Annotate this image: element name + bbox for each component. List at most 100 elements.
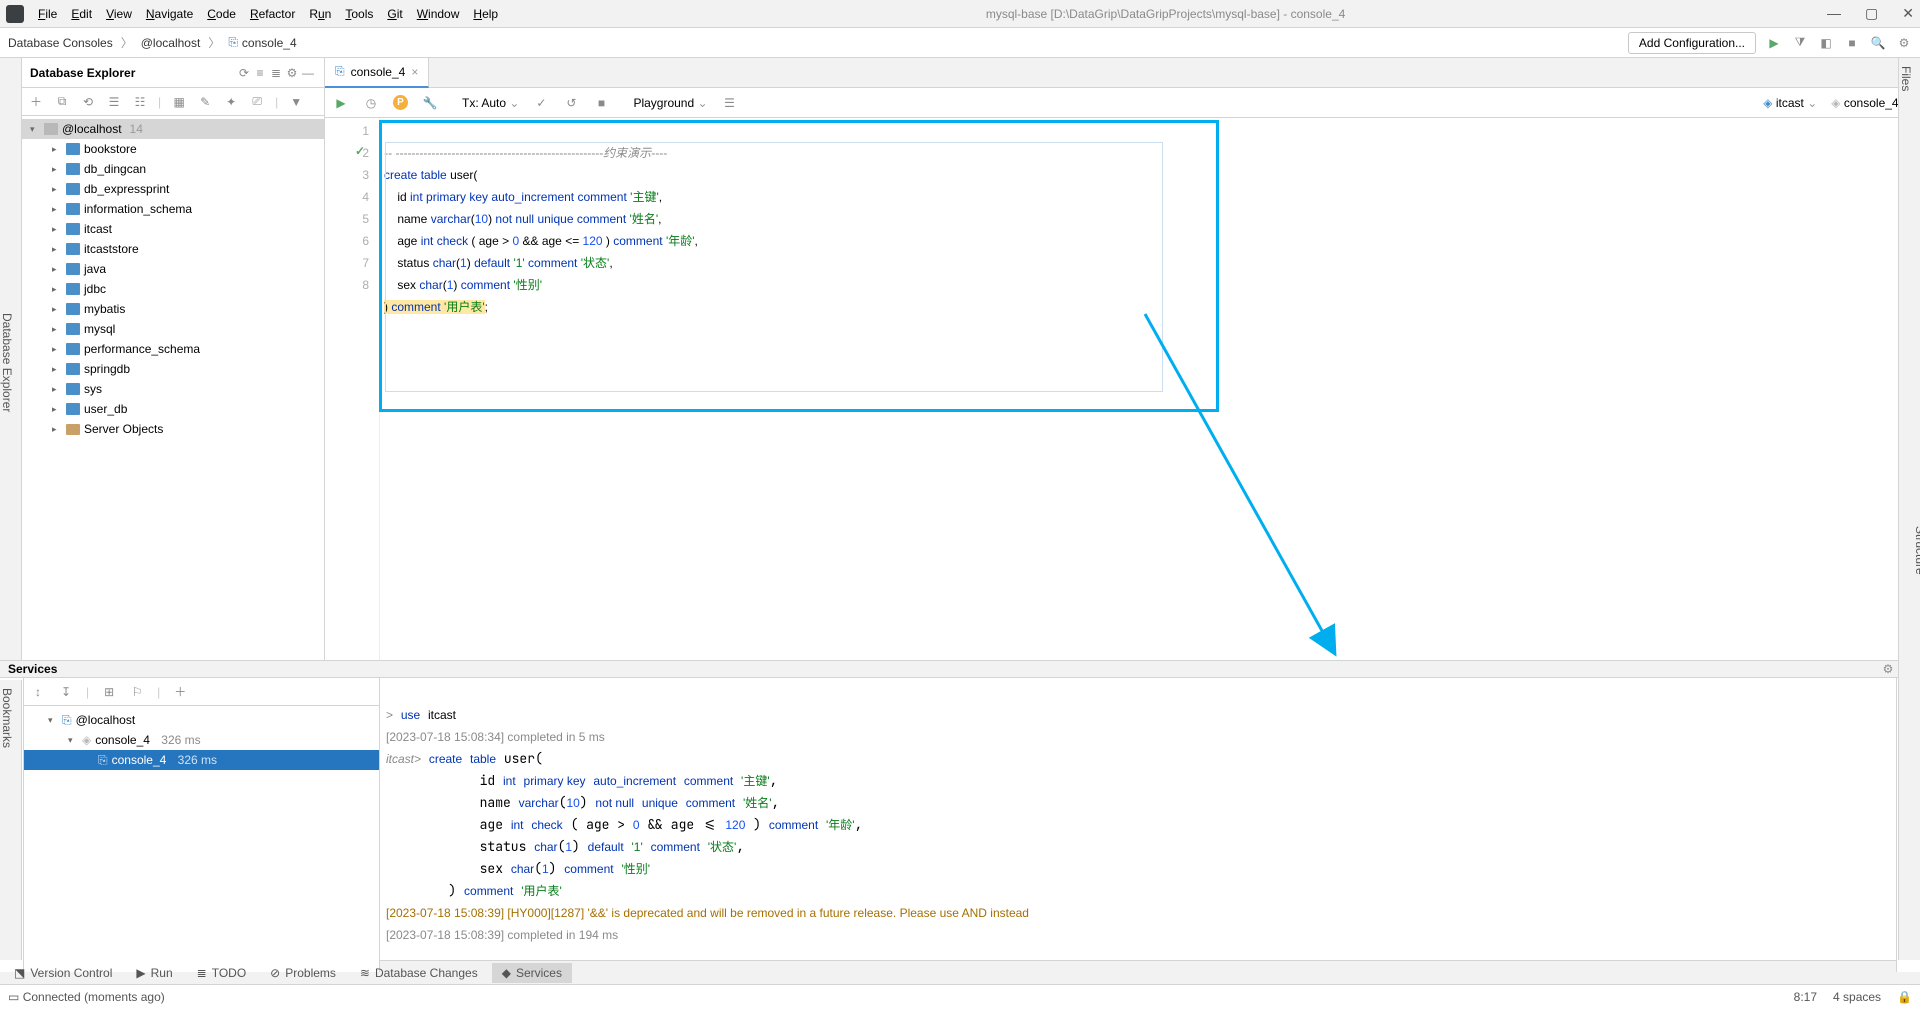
menu-bar: File Edit View Navigate Code Refactor Ru…: [0, 0, 1920, 28]
status-pos[interactable]: 8:17: [1794, 990, 1817, 1004]
diagnose-icon[interactable]: ☰: [106, 94, 122, 110]
tree-item-itcast[interactable]: ▸itcast: [22, 219, 324, 239]
format-icon[interactable]: ☰: [722, 95, 738, 111]
console-icon[interactable]: ⎚: [249, 94, 265, 110]
left-bookmarks-strip[interactable]: Bookmarks: [0, 680, 22, 960]
services-tree-selected[interactable]: ⎘console_4 326 ms: [24, 750, 379, 770]
services-output[interactable]: > use itcast [2023-07-18 15:08:34] compl…: [380, 678, 1896, 972]
search-icon[interactable]: 🔍: [1870, 35, 1886, 51]
tree-root[interactable]: ▾ @localhost 14: [22, 119, 324, 139]
table-icon[interactable]: ▦: [171, 94, 187, 110]
tree-item-db_dingcan[interactable]: ▸db_dingcan: [22, 159, 324, 179]
status-lock-icon[interactable]: 🔒: [1897, 990, 1912, 1004]
coverage-icon[interactable]: ◧: [1818, 35, 1834, 51]
menu-refactor[interactable]: Refactor: [244, 4, 301, 24]
tree-item-user_db[interactable]: ▸user_db: [22, 399, 324, 419]
tree-item-java[interactable]: ▸java: [22, 259, 324, 279]
btab-services[interactable]: ◆ Services: [492, 963, 572, 983]
crumb-host[interactable]: @localhost: [141, 36, 201, 50]
context-db[interactable]: ◈ itcast ⌄: [1763, 96, 1817, 110]
execute-icon[interactable]: ▶: [333, 95, 349, 111]
tree-item-itcaststore[interactable]: ▸itcaststore: [22, 239, 324, 259]
btab-vcs[interactable]: ⬔ Version Control: [4, 963, 122, 983]
graph-icon[interactable]: ✦: [223, 94, 239, 110]
tree-item-mysql[interactable]: ▸mysql: [22, 319, 324, 339]
tree-item-performance_schema[interactable]: ▸performance_schema: [22, 339, 324, 359]
svc-tag-icon[interactable]: ⚐: [129, 684, 145, 700]
db-tree[interactable]: ▾ @localhost 14 ▸bookstore▸db_dingcan▸db…: [22, 116, 324, 660]
expand-icon[interactable]: ≣: [268, 65, 284, 81]
cancel-icon[interactable]: ■: [593, 95, 609, 111]
tree-item-bookstore[interactable]: ▸bookstore: [22, 139, 324, 159]
commit-icon[interactable]: ✓: [533, 95, 549, 111]
menu-run[interactable]: Run: [303, 4, 337, 24]
menu-view[interactable]: View: [100, 4, 138, 24]
database-icon: [66, 323, 80, 335]
menu-window[interactable]: Window: [411, 4, 466, 24]
gear-icon[interactable]: ⚙: [284, 65, 300, 81]
services-tree[interactable]: ▾⎘@localhost ▾◈console_4 326 ms ⎘console…: [24, 706, 379, 972]
crumb-console[interactable]: console_4: [242, 36, 297, 50]
debug-icon[interactable]: ⧩: [1792, 35, 1808, 51]
btab-dbchanges[interactable]: ≋ Database Changes: [350, 963, 488, 983]
svc-expand-icon[interactable]: ↕: [30, 684, 46, 700]
svc-add-icon[interactable]: ＋: [172, 684, 188, 700]
hide-icon[interactable]: —: [300, 65, 316, 81]
ok-gutter-icon: ✓: [355, 144, 365, 158]
settings-icon[interactable]: ⚙: [1896, 35, 1912, 51]
sync-icon[interactable]: ⟲: [80, 94, 96, 110]
database-icon: [66, 163, 80, 175]
code-editor[interactable]: 12345678 ✓ -- --------------------------…: [325, 118, 1920, 660]
close-tab-icon[interactable]: ×: [411, 65, 418, 79]
jump-icon[interactable]: ☷: [132, 94, 148, 110]
collapse-icon[interactable]: ≡: [252, 65, 268, 81]
right-tool-strip[interactable]: Files Structure Notifications: [1898, 58, 1920, 960]
tree-item-jdbc[interactable]: ▸jdbc: [22, 279, 324, 299]
btab-run[interactable]: ▶ Run: [126, 963, 182, 983]
editor-tab-console4[interactable]: ⎘ console_4 ×: [325, 58, 429, 88]
menu-code[interactable]: Code: [201, 4, 242, 24]
server-icon: [44, 123, 58, 135]
tree-item-mybatis[interactable]: ▸mybatis: [22, 299, 324, 319]
tree-item-information_schema[interactable]: ▸information_schema: [22, 199, 324, 219]
menu-file[interactable]: File: [32, 4, 63, 24]
wrench-icon[interactable]: 🔧: [422, 95, 438, 111]
stop-icon[interactable]: ■: [1844, 35, 1860, 51]
rollback-icon[interactable]: ↺: [563, 95, 579, 111]
database-explorer-panel: Database Explorer ⟳ ≡ ≣ ⚙ — ＋ ⧉ ⟲ ☰ ☷ | …: [22, 58, 325, 660]
db-panel-title: Database Explorer: [30, 66, 236, 80]
duplicate-icon[interactable]: ⧉: [54, 94, 70, 110]
tree-item-server-objects[interactable]: ▸Server Objects: [22, 419, 324, 439]
database-icon: [66, 383, 80, 395]
tree-item-db_expressprint[interactable]: ▸db_expressprint: [22, 179, 324, 199]
run-icon[interactable]: ▶: [1766, 35, 1782, 51]
minimize-icon[interactable]: —: [1827, 5, 1841, 22]
p-icon[interactable]: P: [393, 95, 408, 110]
database-icon: [66, 303, 80, 315]
btab-problems[interactable]: ⊘ Problems: [260, 963, 346, 983]
filter-icon[interactable]: ▼: [288, 94, 304, 110]
menu-tools[interactable]: Tools: [339, 4, 379, 24]
tx-mode-dropdown[interactable]: Tx: Auto ⌄: [462, 96, 519, 110]
status-indent[interactable]: 4 spaces: [1833, 990, 1881, 1004]
tree-item-sys[interactable]: ▸sys: [22, 379, 324, 399]
menu-git[interactable]: Git: [381, 4, 408, 24]
menu-navigate[interactable]: Navigate: [140, 4, 199, 24]
history-icon[interactable]: ◷: [363, 95, 379, 111]
btab-todo[interactable]: ≣ TODO: [187, 963, 257, 983]
svc-collapse-icon[interactable]: ↧: [58, 684, 74, 700]
close-icon[interactable]: ✕: [1902, 5, 1914, 22]
menu-help[interactable]: Help: [467, 4, 504, 24]
playground-dropdown[interactable]: Playground ⌄: [633, 96, 707, 110]
refresh-icon[interactable]: ⟳: [236, 65, 252, 81]
menu-edit[interactable]: Edit: [65, 4, 98, 24]
services-gear-icon[interactable]: ⚙: [1880, 661, 1896, 677]
add-icon[interactable]: ＋: [28, 94, 44, 110]
svc-grid-icon[interactable]: ⊞: [101, 684, 117, 700]
add-configuration-button[interactable]: Add Configuration...: [1628, 32, 1756, 54]
crumb-consoles[interactable]: Database Consoles: [8, 36, 113, 50]
maximize-icon[interactable]: ▢: [1865, 5, 1878, 22]
left-tool-strip[interactable]: Database Explorer: [0, 58, 22, 660]
tree-item-springdb[interactable]: ▸springdb: [22, 359, 324, 379]
edit-icon[interactable]: ✎: [197, 94, 213, 110]
